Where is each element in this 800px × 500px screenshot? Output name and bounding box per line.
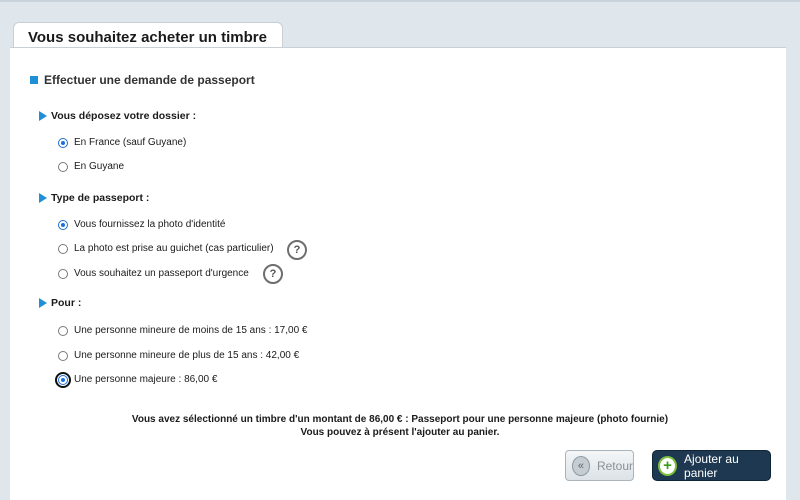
radio-option-mineur-plus-15[interactable]: Une personne mineure de plus de 15 ans :… — [58, 350, 299, 361]
double-chevron-left-icon: « — [572, 455, 590, 476]
selection-summary: Vous avez sélectionné un timbre d'un mon… — [131, 414, 669, 438]
group-label-pour: Pour : — [39, 297, 81, 309]
radio-option-mineur-moins-15[interactable]: Une personne mineure de moins de 15 ans … — [58, 325, 308, 336]
triangle-bullet-icon — [39, 193, 47, 203]
main-panel: Effectuer une demande de passeport Vous … — [10, 47, 786, 500]
page-title-tab: Vous souhaitez acheter un timbre — [13, 22, 283, 48]
section-title: Effectuer une demande de passeport — [30, 73, 255, 87]
radio-button[interactable] — [58, 161, 68, 172]
triangle-bullet-icon — [39, 298, 47, 308]
square-bullet-icon — [30, 76, 38, 84]
radio-button[interactable] — [58, 350, 68, 361]
radio-button[interactable] — [58, 243, 68, 254]
radio-button[interactable] — [55, 371, 71, 388]
group-label-depot: Vous déposez votre dossier : — [39, 110, 196, 122]
add-to-cart-button[interactable]: + Ajouter au panier — [652, 450, 771, 481]
radio-option-photo-fournie[interactable]: Vous fournissez la photo d'identité — [58, 219, 225, 230]
help-question-icon[interactable]: ? — [287, 240, 307, 260]
help-question-icon[interactable]: ? — [263, 264, 283, 284]
radio-option-urgence[interactable]: Vous souhaitez un passeport d'urgence — [58, 268, 249, 279]
radio-button[interactable] — [58, 137, 68, 148]
page-title: Vous souhaitez acheter un timbre — [28, 29, 267, 46]
radio-button[interactable] — [58, 325, 68, 336]
radio-button[interactable] — [58, 219, 68, 230]
radio-option-majeur[interactable]: Une personne majeure : 86,00 € — [55, 371, 217, 388]
top-divider — [0, 0, 800, 2]
triangle-bullet-icon — [39, 111, 47, 121]
plus-icon: + — [658, 455, 678, 476]
group-label-type: Type de passeport : — [39, 192, 149, 204]
radio-option-guyane[interactable]: En Guyane — [58, 161, 124, 172]
radio-button[interactable] — [58, 268, 68, 279]
back-button[interactable]: « Retour — [565, 450, 634, 481]
radio-option-photo-guichet[interactable]: La photo est prise au guichet (cas parti… — [58, 243, 274, 254]
radio-option-france[interactable]: En France (sauf Guyane) — [58, 137, 186, 148]
